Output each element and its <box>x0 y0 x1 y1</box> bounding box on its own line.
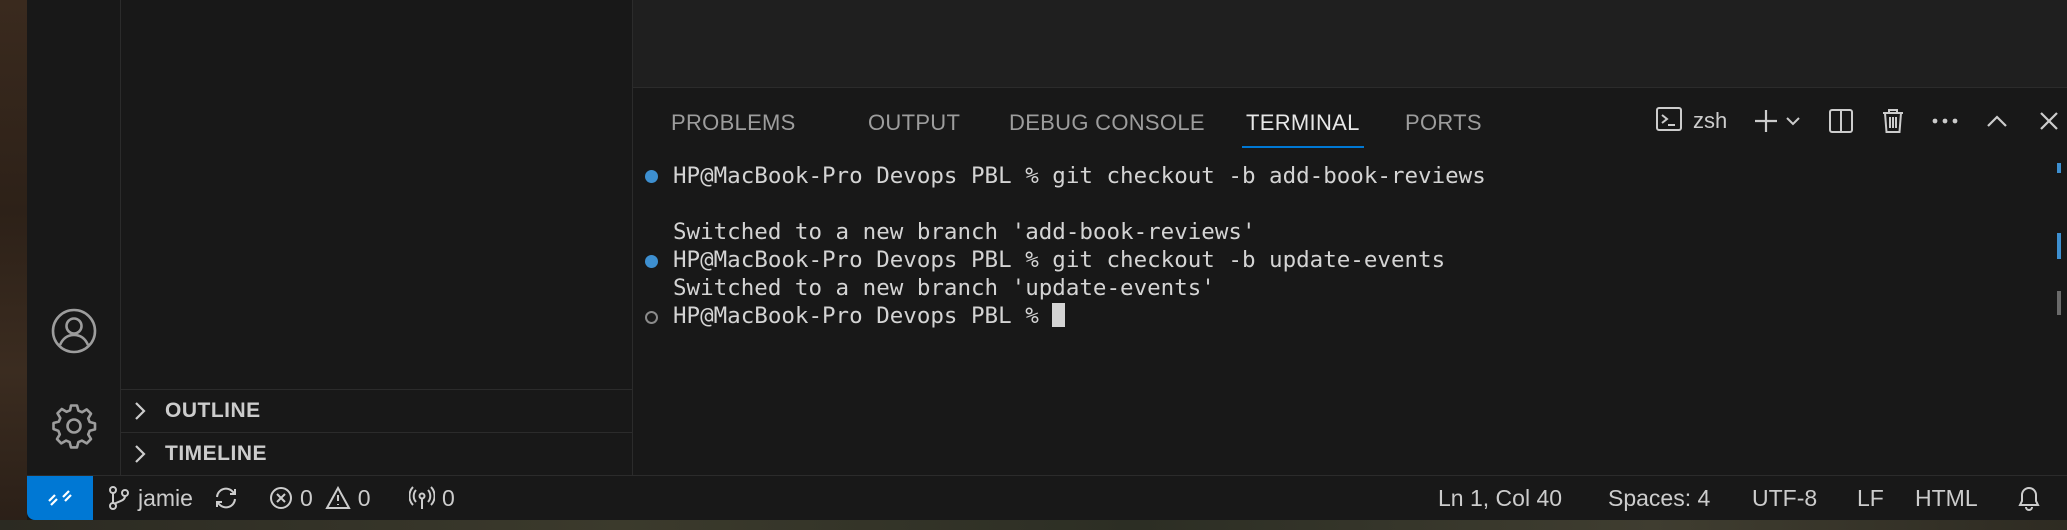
warning-icon <box>325 486 351 509</box>
tab-problems[interactable]: PROBLEMS <box>671 110 796 150</box>
command-success-decoration[interactable] <box>645 170 658 183</box>
outline-section-header[interactable]: OUTLINE <box>121 389 632 432</box>
warning-count: 0 <box>357 484 371 511</box>
remote-indicator-button[interactable] <box>27 476 93 520</box>
command-idle-decoration <box>645 311 658 324</box>
tab-output[interactable]: OUTPUT <box>868 110 960 150</box>
tab-ports[interactable]: PORTS <box>1405 110 1482 150</box>
desktop-wallpaper-strip <box>0 520 2067 530</box>
notifications-bell-icon[interactable] <box>2017 476 2048 520</box>
chevron-right-icon <box>133 400 155 422</box>
editor-area <box>633 0 2067 88</box>
ports-count: 0 <box>442 484 455 511</box>
terminal-line: HP@MacBook-Pro Devops PBL % git checkout… <box>673 163 1486 189</box>
new-terminal-icon[interactable] <box>1751 104 1781 138</box>
ellipsis-icon[interactable] <box>1929 104 1961 138</box>
ports-indicator[interactable]: 0 <box>409 476 455 520</box>
command-success-decoration[interactable] <box>645 255 658 268</box>
terminal-prompt-line[interactable]: HP@MacBook-Pro Devops PBL % <box>673 302 1066 330</box>
desktop-wallpaper <box>0 0 27 530</box>
error-icon <box>270 487 292 509</box>
encoding-setting[interactable]: UTF-8 <box>1752 476 1817 520</box>
status-bar: jamie 0 0 0 Ln 1, Col 40 Spaces: 4 UTF-8… <box>27 475 2067 520</box>
chevron-down-icon[interactable] <box>1783 104 1803 138</box>
terminal-cursor <box>1052 303 1066 327</box>
maximize-panel-icon[interactable] <box>1981 104 2013 138</box>
problems-indicator[interactable]: 0 0 <box>269 476 371 520</box>
terminal-profile-button[interactable]: zsh <box>1655 104 1735 138</box>
account-icon[interactable] <box>49 306 99 356</box>
broadcast-icon <box>409 486 435 509</box>
timeline-section-header[interactable]: TIMELINE <box>121 432 632 475</box>
chevron-right-icon <box>133 443 155 465</box>
settings-gear-icon[interactable] <box>49 401 99 451</box>
error-count: 0 <box>300 484 313 511</box>
terminal-view[interactable]: HP@MacBook-Pro Devops PBL % git checkout… <box>633 160 2053 460</box>
terminal-line: Switched to a new branch 'update-events' <box>673 275 1215 301</box>
tab-terminal[interactable]: TERMINAL <box>1242 110 1364 150</box>
branch-indicator[interactable]: jamie <box>107 476 193 520</box>
language-mode[interactable]: HTML <box>1915 476 1978 520</box>
trash-icon[interactable] <box>1877 104 1909 138</box>
outline-section-label: OUTLINE <box>165 399 261 422</box>
bottom-panel: PROBLEMS OUTPUT DEBUG CONSOLE TERMINAL P… <box>633 88 2067 475</box>
terminal-line: Switched to a new branch 'add-book-revie… <box>673 219 1256 245</box>
sync-icon[interactable] <box>213 476 246 520</box>
terminal-icon <box>1655 105 1683 138</box>
split-terminal-icon[interactable] <box>1825 104 1857 138</box>
branch-name: jamie <box>138 484 193 511</box>
tab-debug-console[interactable]: DEBUG CONSOLE <box>1009 110 1205 150</box>
eol-setting[interactable]: LF <box>1857 476 1884 520</box>
terminal-prompt: HP@MacBook-Pro Devops PBL % <box>673 303 1053 329</box>
sidebar: OUTLINE TIMELINE <box>121 0 633 475</box>
terminal-profile-name: zsh <box>1693 108 1728 133</box>
timeline-section-label: TIMELINE <box>165 442 267 465</box>
git-branch-icon <box>109 486 129 510</box>
close-icon[interactable] <box>2033 104 2065 138</box>
terminal-line: HP@MacBook-Pro Devops PBL % git checkout… <box>673 247 1446 273</box>
indentation-setting[interactable]: Spaces: 4 <box>1608 476 1710 520</box>
cursor-position[interactable]: Ln 1, Col 40 <box>1438 476 1562 520</box>
remote-icon <box>48 490 72 506</box>
activity-bar <box>27 0 121 475</box>
vscode-window: OUTLINE TIMELINE PROBLEMS OUTPUT DEBUG C… <box>27 0 2067 520</box>
